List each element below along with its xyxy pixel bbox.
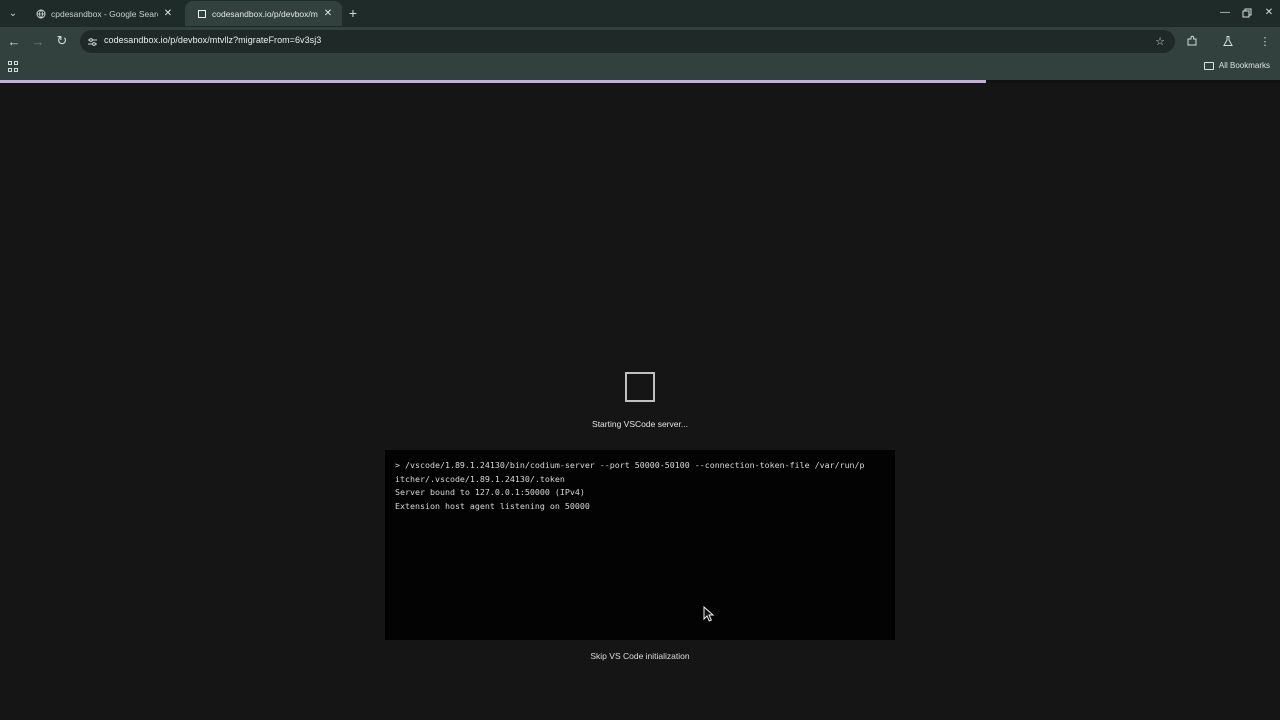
skip-vscode-init-link[interactable]: Skip VS Code initialization [0,651,1280,661]
menu-kebab-icon[interactable]: ⋮ [1257,33,1273,49]
address-url[interactable]: codesandbox.io/p/devbox/mtvllz?migrateFr… [104,35,321,45]
chevron-down-icon: ⌄ [8,7,18,19]
apps-grid-icon[interactable] [8,61,20,73]
terminal-line: itcher/.vscode/1.89.1.24130/.token [395,473,565,484]
codesandbox-icon [197,9,207,19]
tab-close-icon[interactable]: ✕ [162,8,174,20]
site-info-icon[interactable] [86,36,98,48]
reload-icon[interactable]: ↻ [54,33,70,49]
terminal-line: > /vscode/1.89.1.24130/bin/codium-server… [395,460,865,470]
tab-codesandbox[interactable]: codesandbox.io/p/devbox/mtvllz ✕ [185,1,342,26]
tab-close-icon[interactable]: ✕ [322,8,334,20]
loading-square-icon [625,372,655,402]
browser-toolbar: ← → ↻ codesandbox.io/p/devbox/mtvllz?mig… [0,27,1280,56]
status-text: Starting VSCode server... [592,419,688,429]
terminal-line: Extension host agent listening on 50000 [395,500,590,511]
close-window-icon[interactable]: ✕ [1258,0,1280,25]
minimize-icon[interactable]: — [1214,0,1236,25]
labs-flask-icon[interactable] [1220,33,1236,49]
terminal-output: > /vscode/1.89.1.24130/bin/codium-server… [385,450,895,640]
tab-title: cpdesandbox - Google Search [51,8,158,19]
address-bar[interactable]: codesandbox.io/p/devbox/mtvllz?migrateFr… [80,30,1175,53]
codesandbox-page: Starting VSCode server... > /vscode/1.89… [0,83,1280,720]
extensions-icon[interactable] [1184,33,1200,49]
tab-search-button[interactable]: ⌄ [5,5,21,21]
window-controls: — ✕ [1214,0,1280,25]
tab-title: codesandbox.io/p/devbox/mtvllz [212,8,318,19]
all-bookmarks-button[interactable]: All Bookmarks [1203,61,1270,70]
bookmark-star-icon[interactable]: ☆ [1154,35,1166,48]
all-bookmarks-label: All Bookmarks [1218,61,1270,70]
tab-strip: ⌄ cpdesandbox - Google Search ✕ codesand… [0,0,1280,27]
back-icon[interactable]: ← [6,33,22,49]
restore-icon[interactable] [1236,0,1258,25]
mouse-cursor-icon [703,606,715,622]
browser-chrome: ⌄ cpdesandbox - Google Search ✕ codesand… [0,0,1280,80]
folder-icon [1203,61,1214,70]
forward-icon[interactable]: → [30,33,46,49]
bookmarks-bar: All Bookmarks [0,56,1280,80]
globe-icon [36,9,46,19]
terminal-line: Server bound to 127.0.0.1:50000 (IPv4) [395,487,585,497]
tab-google-search[interactable]: cpdesandbox - Google Search ✕ [24,1,182,26]
new-tab-button[interactable]: + [346,5,360,21]
